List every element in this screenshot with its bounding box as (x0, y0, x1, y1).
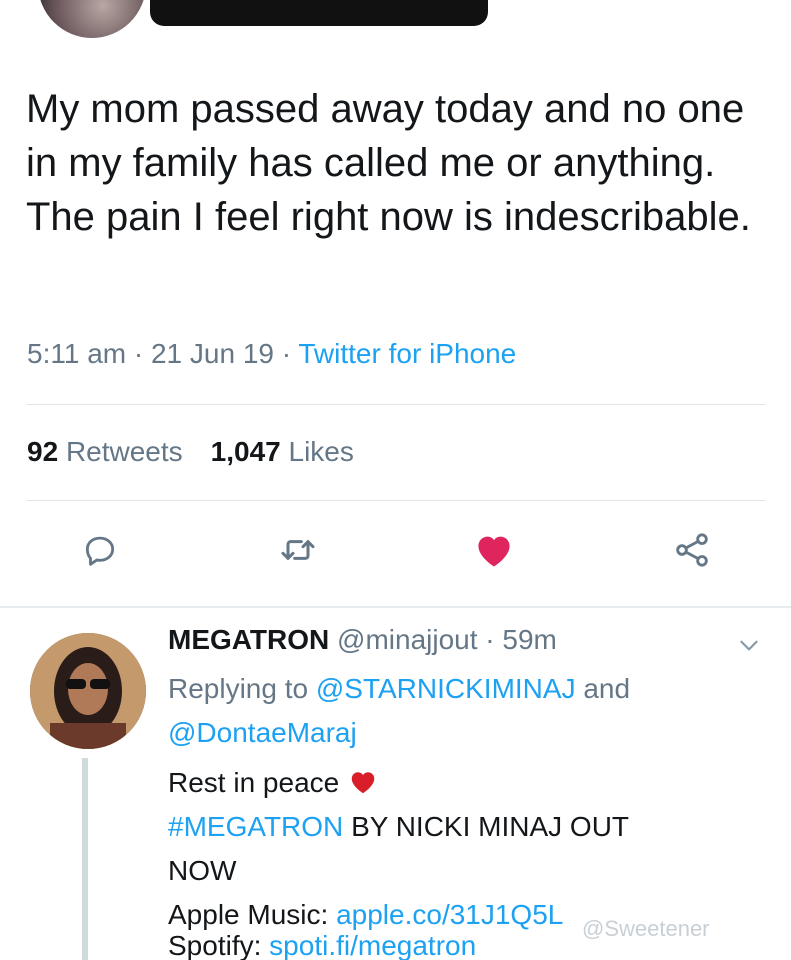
reply-avatar[interactable] (30, 633, 146, 749)
reply-display-name[interactable]: MEGATRON (168, 624, 329, 655)
retweet-label: Retweets (65, 436, 183, 467)
share-button[interactable] (662, 520, 722, 580)
replying-to-cont: @DontaeMaraj (168, 717, 357, 749)
apple-music-link[interactable]: apple.co/31J1Q5L (336, 899, 563, 930)
share-icon (676, 533, 708, 567)
tweet-source[interactable]: Twitter for iPhone (298, 338, 516, 369)
reply-time[interactable]: 59m (502, 624, 556, 655)
watermark: @Sweetener (582, 916, 710, 941)
reply-text: Rest in peace (168, 767, 340, 798)
reply-text-line: Apple Music: apple.co/31J1Q5L (168, 899, 563, 931)
reply-text-line: Rest in peace (168, 767, 379, 799)
reply-text-line: NOW (168, 855, 236, 887)
hashtag-link[interactable]: #MEGATRON (168, 811, 343, 842)
reply-text: BY NICKI MINAJ OUT (351, 811, 630, 842)
likes-stat[interactable]: 1,047 Likes (211, 436, 354, 467)
meta-dot: · (281, 338, 292, 369)
meta-dot: · (485, 624, 495, 655)
heart-icon (478, 536, 510, 567)
tweet-text: My mom passed away today and no one in m… (26, 87, 751, 239)
tweet-actions (0, 520, 791, 580)
mention-link[interactable]: @DontaeMaraj (168, 717, 357, 748)
chevron-down-icon[interactable] (736, 632, 762, 658)
reply-text: NOW (168, 855, 237, 886)
mention-link[interactable]: @STARNICKIMINAJ (316, 673, 576, 704)
tweet-date: 21 Jun 19 (150, 338, 274, 369)
retweet-count: 92 (27, 436, 59, 467)
spotify-label: Spotify: (168, 930, 262, 960)
like-label: Likes (288, 436, 354, 467)
tweet-stats: 92 Retweets 1,047 Likes (27, 436, 354, 468)
reply-header: MEGATRON @minajjout · 59m (168, 624, 557, 656)
reply-text-line: #MEGATRON BY NICKI MINAJ OUT (168, 811, 629, 843)
heart-emoji-icon (351, 772, 375, 794)
reply-icon (85, 536, 115, 566)
retweet-button[interactable] (268, 520, 328, 580)
spotify-link[interactable]: spoti.fi/megatron (269, 930, 476, 960)
divider (26, 404, 766, 405)
retweet-icon (281, 540, 315, 560)
reply-button[interactable] (70, 520, 130, 580)
replying-to: Replying to @STARNICKIMINAJ and (168, 673, 630, 705)
tweet-header (0, 0, 791, 50)
like-button[interactable] (464, 520, 524, 580)
reply-text-line: Spotify: spoti.fi/megatron (168, 930, 476, 960)
and-label: and (583, 673, 631, 704)
redacted-username (150, 0, 488, 26)
tweet-time: 5:11 am (27, 338, 127, 369)
reply-handle[interactable]: @minajjout (337, 624, 477, 655)
divider (26, 500, 766, 501)
meta-dot: · (133, 338, 144, 369)
avatar-image (30, 633, 146, 749)
author-avatar[interactable] (38, 0, 146, 38)
tweet-meta: 5:11 am · 21 Jun 19 · Twitter for iPhone (27, 338, 516, 370)
section-divider (0, 606, 791, 608)
retweets-stat[interactable]: 92 Retweets (27, 436, 183, 467)
thread-line (82, 758, 88, 960)
replying-to-label: Replying to (168, 673, 309, 704)
like-count: 1,047 (210, 436, 281, 467)
apple-music-label: Apple Music: (168, 899, 329, 930)
